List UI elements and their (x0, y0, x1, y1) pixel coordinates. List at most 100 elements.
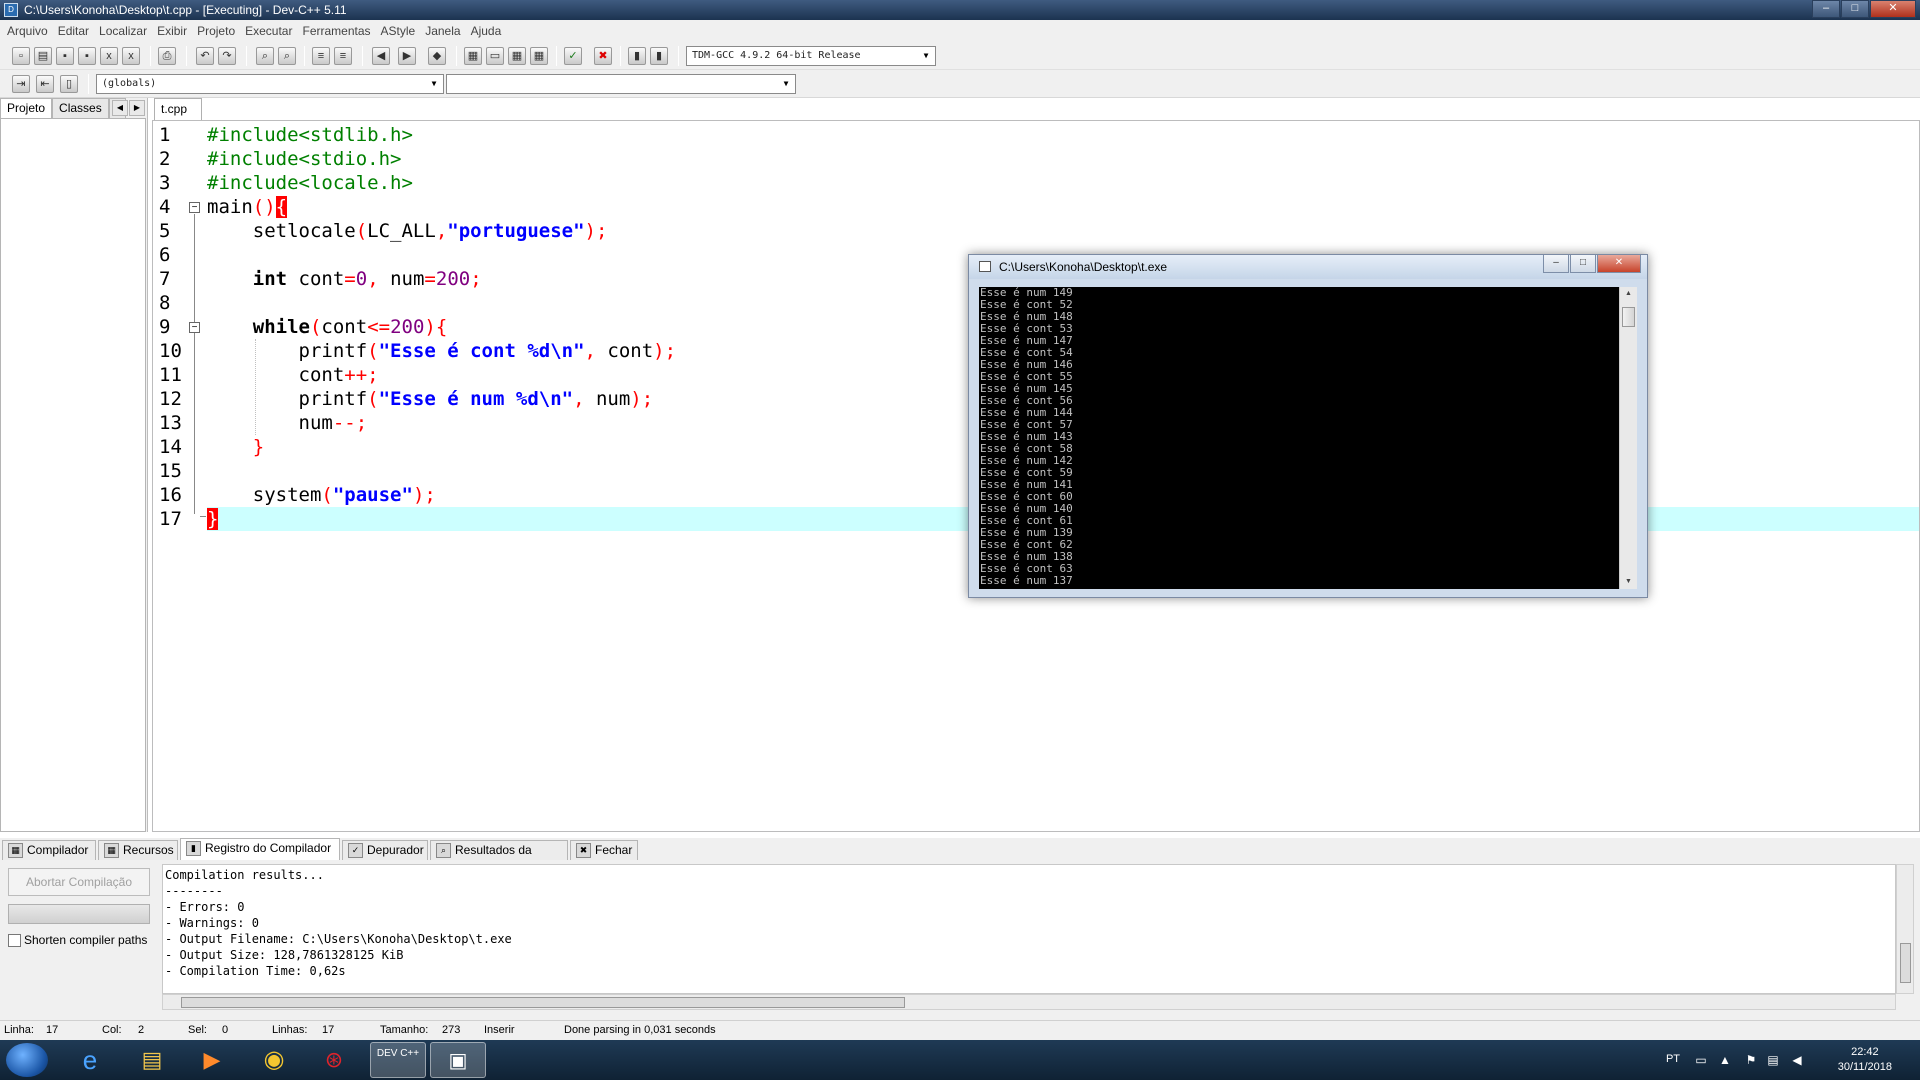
minimize-button[interactable]: ‒ (1812, 0, 1840, 18)
tab-right-icon[interactable]: ▶ (129, 100, 145, 116)
status-col: 2 (138, 1024, 145, 1036)
rebuild-all-icon[interactable]: ▦ (530, 47, 548, 65)
tab-compilador[interactable]: ▦ Compilador (2, 840, 96, 860)
console-output-area[interactable]: Esse é num 149 Esse é cont 52 Esse é num… (979, 287, 1619, 589)
console-minimize-button[interactable]: ‒ (1543, 255, 1569, 273)
console-title-bar[interactable]: C:\Users\Konoha\Desktop\t.exe ‒ □ ✕ (969, 255, 1647, 279)
replace-icon[interactable]: ⌕ (278, 47, 296, 65)
menu-astyle[interactable]: AStyle (376, 24, 421, 38)
tab-projeto[interactable]: Projeto (0, 98, 53, 119)
scrollbar-thumb[interactable] (1900, 943, 1911, 983)
toggle-bookmark-icon[interactable]: ◆ (428, 47, 446, 65)
media-player-icon[interactable]: ▶ (184, 1042, 240, 1078)
delete-profile-icon[interactable]: ▮ (650, 47, 668, 65)
forward-icon[interactable]: ▶ (398, 47, 416, 65)
profile-analysis-icon[interactable]: ▮ (628, 47, 646, 65)
tab-registro-compilador[interactable]: ▮ Registro do Compilador (180, 838, 340, 860)
tab-depurador[interactable]: ✓ Depurador (342, 840, 428, 860)
language-indicator[interactable]: PT (1666, 1053, 1680, 1065)
line-number: 3 (159, 172, 171, 194)
save-all-icon[interactable]: ▪ (78, 47, 96, 65)
syntax-check-icon[interactable]: ✓ (564, 47, 582, 65)
tab-scroll-arrows: ◀ ▶ (112, 100, 146, 116)
project-tree[interactable] (0, 118, 146, 832)
run-icon[interactable]: ▭ (486, 47, 504, 65)
indent-icon[interactable]: ≡ (312, 47, 330, 65)
red-app-icon[interactable]: ⊛ (306, 1042, 362, 1078)
globals-select[interactable]: (globals) ▼ (96, 74, 444, 94)
tab-left-icon[interactable]: ◀ (112, 100, 128, 116)
back-icon[interactable]: ◀ (372, 47, 390, 65)
menu-exibir[interactable]: Exibir (152, 24, 192, 38)
save-icon[interactable]: ▪ (56, 47, 74, 65)
bottom-panel-tabs: ▦ Compilador ▦ Recursos ▮ Registro do Compi… (0, 838, 1920, 875)
redo-icon[interactable]: ↷ (218, 47, 236, 65)
keyboard-icon[interactable]: ▭ (1694, 1053, 1708, 1067)
console-window[interactable]: C:\Users\Konoha\Desktop\t.exe ‒ □ ✕ Esse… (968, 254, 1648, 598)
tab-recursos[interactable]: ▦ Recursos (98, 840, 178, 860)
goto-icon[interactable]: ⇤ (36, 75, 54, 93)
menu-executar[interactable]: Executar (240, 24, 297, 38)
stop-execution-icon[interactable]: ✖ (594, 47, 612, 65)
tab-t-cpp[interactable]: t.cpp (154, 98, 202, 120)
open-file-icon[interactable]: ▤ (34, 47, 52, 65)
members-select[interactable]: ▼ (446, 74, 796, 94)
line-number: 5 (159, 220, 171, 242)
chrome-icon[interactable]: ◉ (246, 1042, 302, 1078)
action-center-flag-icon[interactable]: ⚑ (1744, 1053, 1758, 1067)
console-maximize-button[interactable]: □ (1570, 255, 1596, 273)
console-scrollbar[interactable]: ▲ ▼ (1619, 287, 1637, 589)
taskbar-clock[interactable]: 22:42 30/11/2018 (1838, 1045, 1892, 1075)
compiler-select[interactable]: TDM-GCC 4.9.2 64-bit Release ▼ (686, 46, 936, 66)
file-explorer-icon[interactable]: ▤ (124, 1042, 180, 1078)
abort-compilation-button[interactable]: Abortar Compilação (8, 868, 150, 896)
close-file-icon[interactable]: x (100, 47, 118, 65)
compiler-log[interactable]: Compilation results... -------- - Errors… (162, 864, 1896, 994)
tab-fechar[interactable]: ✖ Fechar (570, 840, 638, 860)
menu-localizar[interactable]: Localizar (94, 24, 152, 38)
menu-arquivo[interactable]: Arquivo (2, 24, 53, 38)
menu-janela[interactable]: Janela (420, 24, 465, 38)
console-close-button[interactable]: ✕ (1597, 255, 1641, 273)
close-button[interactable]: ✕ (1870, 0, 1916, 18)
log-vertical-scrollbar[interactable] (1896, 864, 1914, 994)
internet-explorer-icon[interactable]: e (62, 1042, 118, 1078)
compile-run-icon[interactable]: ▦ (508, 47, 526, 65)
bookmark-icon[interactable]: ▯ (60, 75, 78, 93)
check-icon: ✓ (348, 843, 363, 858)
menu-ajuda[interactable]: Ajuda (466, 24, 507, 38)
volume-icon[interactable]: ◀ (1790, 1053, 1804, 1067)
scroll-down-icon[interactable]: ▼ (1622, 575, 1635, 589)
console-window-controls: ‒ □ ✕ (1542, 255, 1641, 273)
console-output: Esse é num 149 Esse é cont 52 Esse é num… (980, 287, 1073, 587)
undo-icon[interactable]: ↶ (196, 47, 214, 65)
start-button[interactable] (6, 1043, 48, 1077)
fold-main-icon[interactable]: − (189, 202, 200, 213)
scroll-up-icon[interactable]: ▲ (1622, 287, 1635, 301)
new-file-icon[interactable]: ▫ (12, 47, 30, 65)
print-icon[interactable]: ⎙ (158, 47, 176, 65)
shorten-paths-checkbox[interactable] (8, 934, 21, 947)
tab-resultados-busca[interactable]: ⌕Resultados da Busca (430, 840, 568, 875)
menu-ferramentas[interactable]: Ferramentas (297, 24, 375, 38)
compile-icon[interactable]: ▦ (464, 47, 482, 65)
scrollbar-thumb[interactable] (181, 997, 905, 1008)
fold-while-icon[interactable]: − (189, 322, 200, 333)
log-horizontal-scrollbar[interactable] (162, 994, 1896, 1010)
console-taskbar-icon[interactable]: ▣ (430, 1042, 486, 1078)
unindent-icon[interactable]: ≡ (334, 47, 352, 65)
scrollbar-thumb[interactable] (1622, 307, 1635, 327)
tab-classes[interactable]: Classes (52, 98, 109, 118)
close-all-icon[interactable]: x (122, 47, 140, 65)
status-linhas: 17 (322, 1024, 335, 1036)
menu-editar[interactable]: Editar (53, 24, 94, 38)
show-hidden-icons-icon[interactable]: ▲ (1718, 1053, 1732, 1067)
menu-projeto[interactable]: Projeto (192, 24, 240, 38)
insert-icon[interactable]: ⇥ (12, 75, 30, 93)
find-icon[interactable]: ⌕ (256, 47, 274, 65)
clock-time: 22:42 (1851, 1046, 1879, 1058)
maximize-button[interactable]: □ (1841, 0, 1869, 18)
devcpp-taskbar-icon[interactable]: DEV C++ (370, 1042, 426, 1078)
code-line: #include<stdlib.h> (207, 124, 413, 146)
network-icon[interactable]: ▤ (1766, 1053, 1780, 1067)
